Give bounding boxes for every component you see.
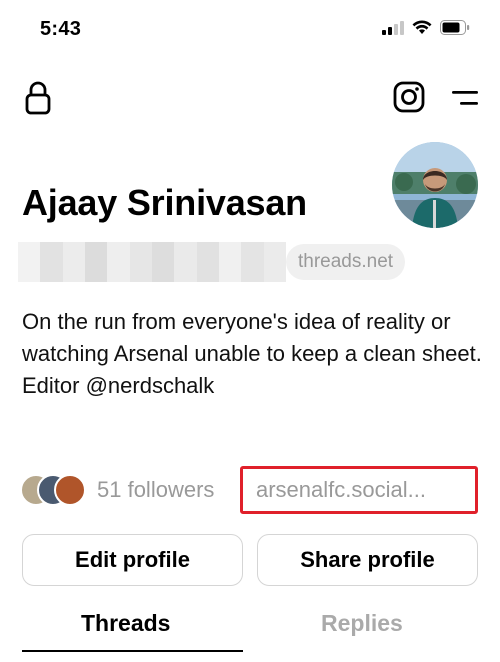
profile-link[interactable]: arsenalfc.social... [256,477,426,503]
tab-replies[interactable]: Replies [321,610,403,637]
lock-icon [25,81,51,115]
avatar-photo [392,142,478,228]
blurred-username [18,242,286,282]
cellular-signal-icon [382,20,404,35]
status-icons [382,20,470,35]
domain-badge: threads.net [286,244,406,280]
edit-profile-button[interactable]: Edit profile [22,534,243,586]
wifi-icon [412,20,432,34]
followers-count[interactable]: 51 followers [97,477,214,503]
profile-avatar[interactable] [392,142,478,228]
status-time: 5:43 [40,18,82,40]
profile-bio: On the run from everyone's idea of reali… [22,309,482,398]
tab-threads[interactable]: Threads [81,610,170,637]
menu-icon [452,91,478,105]
instagram-icon [393,81,425,113]
instagram-button[interactable] [392,80,426,114]
battery-icon [440,20,470,35]
profile-name: Ajaay Srinivasan [22,182,307,223]
follower-avatars[interactable] [20,474,86,506]
active-tab-indicator [22,650,243,652]
lock-button[interactable] [22,80,54,116]
follower-avatar [54,474,86,506]
menu-button[interactable] [450,86,480,110]
share-profile-button[interactable]: Share profile [257,534,478,586]
